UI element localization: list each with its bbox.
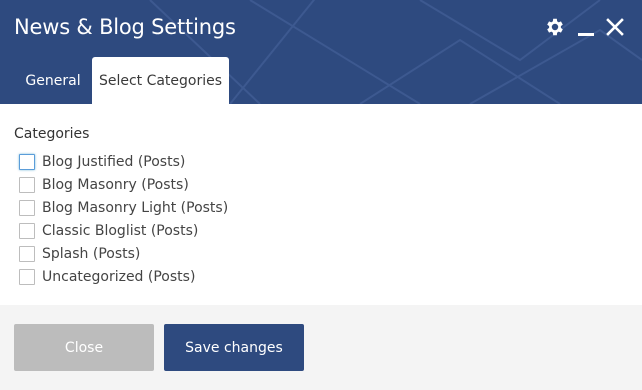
tab-select-categories[interactable]: Select Categories: [92, 57, 229, 104]
categories-heading: Categories: [14, 126, 90, 142]
category-label[interactable]: Uncategorized (Posts): [42, 269, 195, 285]
category-item[interactable]: Uncategorized (Posts): [19, 265, 228, 288]
window-header: News & Blog Settings General Select Cate…: [0, 0, 642, 104]
window-title: News & Blog Settings: [14, 15, 236, 39]
category-item[interactable]: Blog Masonry (Posts): [19, 173, 228, 196]
tab-panel: Categories Blog Justified (Posts) Blog M…: [0, 104, 642, 305]
tab-general[interactable]: General: [14, 57, 92, 104]
category-checkbox[interactable]: [19, 153, 35, 170]
close-icon[interactable]: [602, 14, 628, 40]
gear-icon[interactable]: [542, 14, 568, 40]
category-label[interactable]: Blog Masonry Light (Posts): [42, 200, 228, 216]
close-button[interactable]: Close: [14, 324, 154, 371]
category-label[interactable]: Blog Justified (Posts): [42, 154, 185, 170]
category-checkbox[interactable]: [19, 245, 35, 262]
category-checkbox[interactable]: [19, 199, 35, 216]
category-item[interactable]: Blog Masonry Light (Posts): [19, 196, 228, 219]
category-checkbox[interactable]: [19, 268, 35, 285]
minimize-icon[interactable]: [573, 14, 599, 40]
category-checkbox[interactable]: [19, 176, 35, 193]
category-item[interactable]: Classic Bloglist (Posts): [19, 219, 228, 242]
category-checkbox[interactable]: [19, 222, 35, 239]
category-item[interactable]: Splash (Posts): [19, 242, 228, 265]
category-label[interactable]: Classic Bloglist (Posts): [42, 223, 198, 239]
dialog-footer: Close Save changes: [0, 305, 642, 390]
category-item[interactable]: Blog Justified (Posts): [19, 150, 228, 173]
category-label[interactable]: Blog Masonry (Posts): [42, 177, 189, 193]
save-changes-button[interactable]: Save changes: [164, 324, 304, 371]
category-label[interactable]: Splash (Posts): [42, 246, 140, 262]
category-list: Blog Justified (Posts) Blog Masonry (Pos…: [19, 150, 228, 288]
